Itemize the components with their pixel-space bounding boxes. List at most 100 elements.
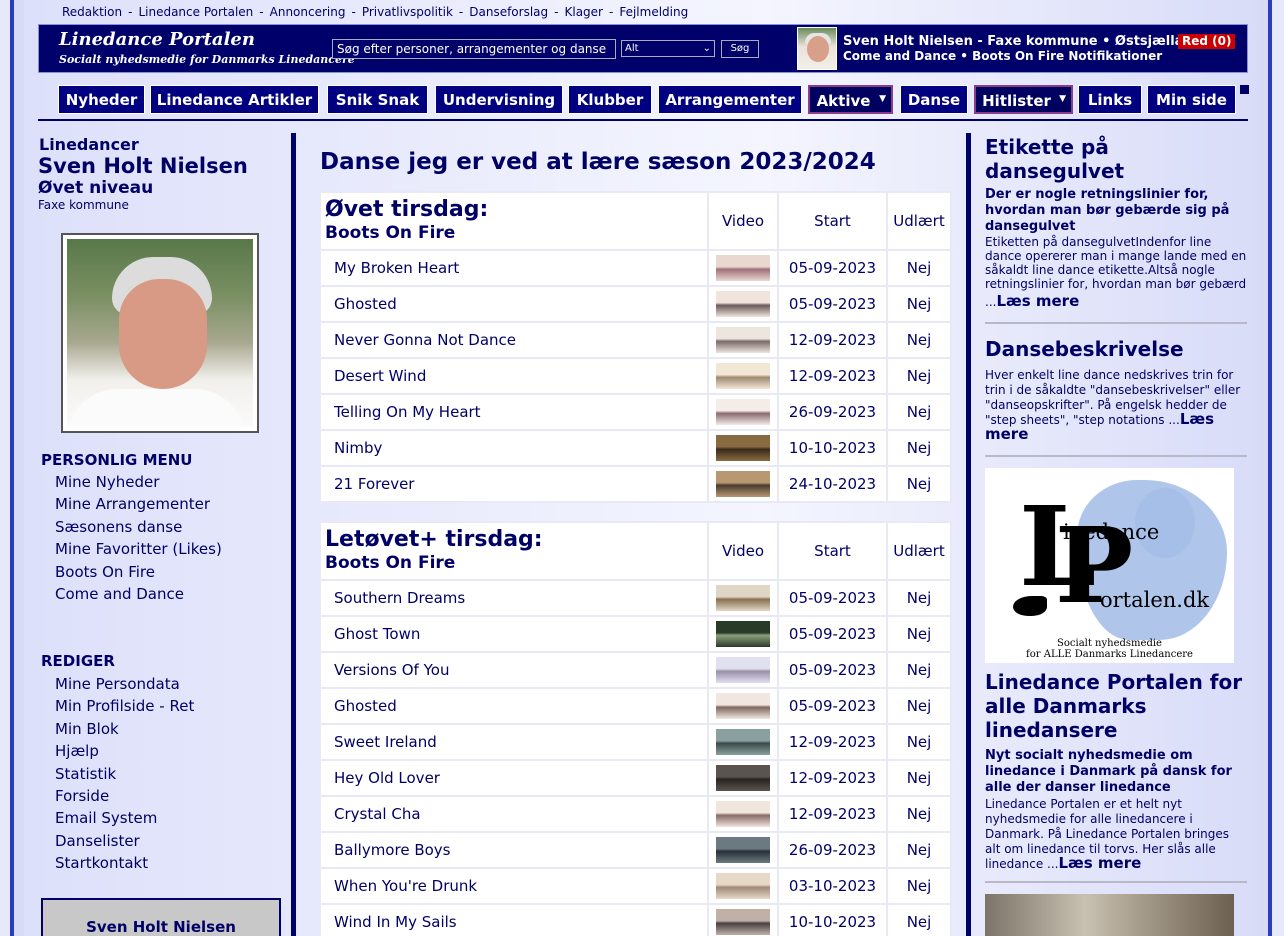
edit-menu-item[interactable]: Mine Persondata bbox=[55, 673, 194, 695]
group-title: Øvet tirsdag: bbox=[325, 197, 489, 222]
group-club[interactable]: Boots On Fire bbox=[325, 553, 707, 573]
dance-name-link[interactable]: Ghost Town bbox=[319, 615, 709, 653]
article-photo[interactable] bbox=[985, 894, 1234, 936]
search-input[interactable] bbox=[332, 39, 616, 59]
nav-hitlister[interactable]: Hitlister ▼ bbox=[974, 85, 1073, 114]
video-thumbnail[interactable] bbox=[716, 255, 770, 281]
video-thumbnail[interactable] bbox=[716, 327, 770, 353]
learned-status: Nej bbox=[886, 831, 952, 869]
start-date: 26-09-2023 bbox=[777, 393, 888, 431]
video-thumbnail[interactable] bbox=[716, 801, 770, 827]
portal-read-more-link[interactable]: Læs mere bbox=[1058, 854, 1141, 872]
personal-menu-item[interactable]: Sæsonens danse bbox=[55, 516, 222, 538]
search-button[interactable]: Søg bbox=[721, 40, 759, 58]
nav-arrangementer[interactable]: Arrangementer bbox=[658, 85, 802, 114]
profile-municipality: Faxe kommune bbox=[38, 198, 129, 212]
nav-aktive[interactable]: Aktive ▼ bbox=[808, 85, 893, 114]
start-date: 05-09-2023 bbox=[777, 249, 888, 287]
dance-description-title[interactable]: Dansebeskrivelse bbox=[985, 337, 1247, 361]
video-thumbnail[interactable] bbox=[716, 873, 770, 899]
edit-menu-item[interactable]: Startkontakt bbox=[55, 852, 194, 874]
dance-name-link[interactable]: Sweet Ireland bbox=[319, 723, 709, 761]
dance-name-link[interactable]: Ballymore Boys bbox=[319, 831, 709, 869]
dance-name-link[interactable]: Desert Wind bbox=[319, 357, 709, 395]
red-status-badge[interactable]: Red (0) bbox=[1178, 34, 1236, 49]
dance-name-link[interactable]: My Broken Heart bbox=[319, 249, 709, 287]
top-link-klager[interactable]: Klager bbox=[564, 5, 603, 19]
video-thumbnail[interactable] bbox=[716, 291, 770, 317]
video-cell bbox=[707, 723, 779, 761]
video-thumbnail[interactable] bbox=[716, 729, 770, 755]
edit-menu-item[interactable]: Email System bbox=[55, 807, 194, 829]
personal-menu-item[interactable]: Mine Favoritter (Likes) bbox=[55, 538, 222, 560]
top-link-danseforslag[interactable]: Danseforslag bbox=[469, 5, 548, 19]
section-divider bbox=[985, 455, 1247, 457]
header-user-info[interactable]: Sven Holt Nielsen - Faxe kommune • Østsj… bbox=[843, 34, 1202, 49]
video-thumbnail[interactable] bbox=[716, 657, 770, 683]
dance-name-link[interactable]: Wind In My Sails bbox=[319, 903, 709, 936]
video-thumbnail[interactable] bbox=[716, 621, 770, 647]
avatar[interactable] bbox=[797, 27, 837, 70]
etiquette-text: Etiketten på dansegulvetIndenfor line da… bbox=[985, 235, 1247, 291]
search-scope-select[interactable]: Alt ⌄ bbox=[621, 40, 715, 57]
dance-name-link[interactable]: Ghosted bbox=[319, 285, 709, 323]
chevron-down-icon: ⌄ bbox=[702, 43, 711, 54]
personal-menu-item[interactable]: Boots On Fire bbox=[55, 561, 222, 583]
video-thumbnail[interactable] bbox=[716, 837, 770, 863]
top-link-fejlmelding[interactable]: Fejlmelding bbox=[619, 5, 688, 19]
column-divider bbox=[291, 133, 296, 936]
dance-name-link[interactable]: Southern Dreams bbox=[319, 579, 709, 617]
edit-menu-item[interactable]: Hjælp bbox=[55, 740, 194, 762]
video-thumbnail[interactable] bbox=[716, 765, 770, 791]
nav-snik-snak[interactable]: Snik Snak bbox=[327, 85, 428, 114]
nav-min-side[interactable]: Min side bbox=[1147, 85, 1236, 114]
video-thumbnail[interactable] bbox=[716, 585, 770, 611]
top-link-linedance-portalen[interactable]: Linedance Portalen bbox=[138, 5, 253, 19]
dance-name-link[interactable]: Nimby bbox=[319, 429, 709, 467]
dance-name-link[interactable]: Hey Old Lover bbox=[319, 759, 709, 797]
edit-menu-item[interactable]: Forside bbox=[55, 785, 194, 807]
edit-menu-item[interactable]: Min Blok bbox=[55, 718, 194, 740]
personal-menu-item[interactable]: Come and Dance bbox=[55, 583, 222, 605]
portal-title[interactable]: Linedance Portalen for alle Danmarks lin… bbox=[985, 670, 1247, 742]
nav-square-marker bbox=[1240, 85, 1249, 94]
linedance-portalen-logo[interactable]: L P inedance ortalen.dk Socialt nyhedsme… bbox=[985, 468, 1234, 663]
video-thumbnail[interactable] bbox=[716, 363, 770, 389]
top-link-redaktion[interactable]: Redaktion bbox=[62, 5, 122, 19]
dance-name-link[interactable]: Ghosted bbox=[319, 687, 709, 725]
video-thumbnail[interactable] bbox=[716, 399, 770, 425]
video-cell bbox=[707, 357, 779, 395]
edit-menu-item[interactable]: Min Profilside - Ret bbox=[55, 695, 194, 717]
edit-menu-item[interactable]: Statistik bbox=[55, 763, 194, 785]
top-link-privatlivspolitik[interactable]: Privatlivspolitik bbox=[362, 5, 453, 19]
search-scope-value: Alt bbox=[625, 43, 639, 54]
personal-menu-item[interactable]: Mine Arrangementer bbox=[55, 493, 222, 515]
video-thumbnail[interactable] bbox=[716, 435, 770, 461]
notifications-link[interactable]: Notifikationer bbox=[1068, 49, 1162, 63]
start-date: 05-09-2023 bbox=[777, 285, 888, 323]
site-logo-title[interactable]: Linedance Portalen bbox=[59, 29, 255, 50]
video-thumbnail[interactable] bbox=[716, 909, 770, 935]
video-thumbnail[interactable] bbox=[716, 693, 770, 719]
nav-nyheder[interactable]: Nyheder bbox=[58, 85, 145, 114]
personal-menu-item[interactable]: Mine Nyheder bbox=[55, 471, 222, 493]
dance-name-link[interactable]: 21 Forever bbox=[319, 465, 709, 503]
nav-danse[interactable]: Danse bbox=[900, 85, 968, 114]
dance-name-link[interactable]: Telling On My Heart bbox=[319, 393, 709, 431]
top-link-annoncering[interactable]: Annoncering bbox=[270, 5, 346, 19]
table-row: Desert Wind 12-09-2023 Nej bbox=[319, 357, 952, 395]
edit-menu-item[interactable]: Danselister bbox=[55, 830, 194, 852]
header-user-clubs[interactable]: Come and Dance • Boots On Fire bbox=[843, 49, 1064, 63]
dance-name-link[interactable]: Versions Of You bbox=[319, 651, 709, 689]
etiquette-read-more-link[interactable]: Læs mere bbox=[996, 292, 1079, 310]
video-thumbnail[interactable] bbox=[716, 471, 770, 497]
nav-linedance-artikler[interactable]: Linedance Artikler bbox=[150, 85, 319, 114]
nav-links[interactable]: Links bbox=[1078, 85, 1142, 114]
nav-klubber[interactable]: Klubber bbox=[568, 85, 652, 114]
dance-name-link[interactable]: Never Gonna Not Dance bbox=[319, 321, 709, 359]
etiquette-title[interactable]: Etikette på dansegulvet bbox=[985, 135, 1247, 183]
nav-undervisning[interactable]: Undervisning bbox=[435, 85, 563, 114]
dance-name-link[interactable]: Crystal Cha bbox=[319, 795, 709, 833]
dance-name-link[interactable]: When You're Drunk bbox=[319, 867, 709, 905]
group-club[interactable]: Boots On Fire bbox=[325, 223, 707, 243]
